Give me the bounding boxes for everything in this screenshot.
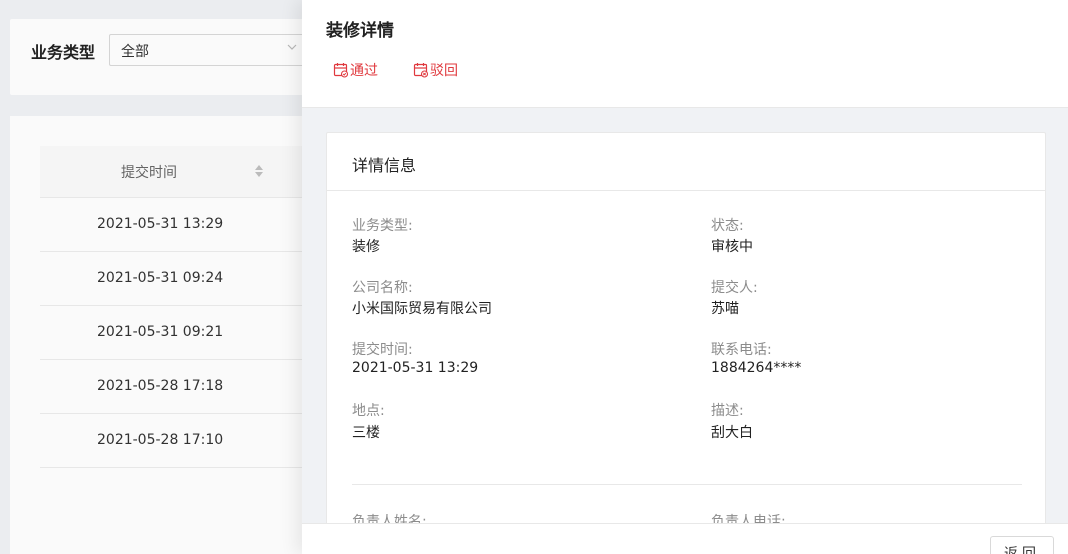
location-value: 三楼	[352, 425, 380, 441]
status-label: 状态:	[711, 218, 744, 234]
divider	[352, 484, 1022, 485]
location-label: 地点:	[352, 403, 385, 419]
reject-button[interactable]: 驳回	[413, 60, 458, 80]
business-type-value: 装修	[352, 239, 380, 255]
drawer-title: 装修详情	[326, 21, 394, 41]
approve-label: 通过	[350, 63, 378, 79]
section-title: 详情信息	[352, 156, 417, 175]
business-type-label: 业务类型:	[352, 218, 413, 234]
submitter-value: 苏喵	[711, 301, 739, 317]
phone-label: 联系电话:	[711, 342, 772, 358]
approve-button[interactable]: 通过	[333, 60, 378, 80]
submitter-label: 提交人:	[711, 280, 758, 296]
submit-time-label: 提交时间:	[352, 342, 413, 358]
divider	[327, 190, 1045, 191]
back-button[interactable]: 返回	[990, 536, 1054, 554]
drawer-footer: 返回	[302, 523, 1068, 554]
description-value: 刮大白	[711, 425, 753, 441]
submit-time-value: 2021-05-31 13:29	[352, 360, 479, 376]
detail-card: 详情信息 业务类型: 装修 状态: 审核中 公司名称: 小米国际贸易有限公司 提…	[326, 132, 1046, 554]
calendar-check-icon	[333, 63, 349, 78]
description-label: 描述:	[711, 403, 744, 419]
reject-label: 驳回	[430, 63, 458, 79]
phone-value: 1884264****	[711, 360, 802, 376]
detail-drawer: 装修详情 通过 驳回 详情信息 业务类型: 装修 状态: 审核中 公司名称: 小…	[302, 0, 1068, 554]
company-label: 公司名称:	[352, 280, 413, 296]
company-value: 小米国际贸易有限公司	[352, 301, 492, 317]
drawer-mask[interactable]	[0, 0, 302, 554]
status-value: 审核中	[711, 239, 753, 255]
drawer-header: 装修详情 通过 驳回	[302, 0, 1068, 108]
calendar-x-icon	[413, 63, 429, 78]
